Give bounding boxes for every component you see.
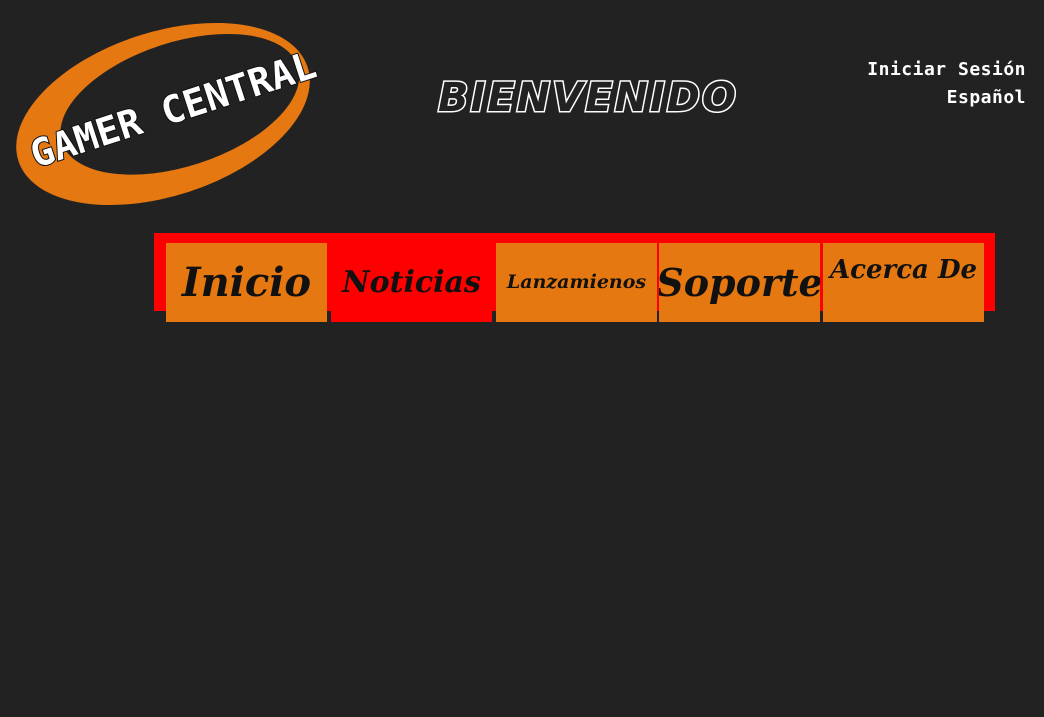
gamer-central-logo[interactable]: GAMER CENTRAL <box>4 14 322 214</box>
top-links: Iniciar Sesión Español <box>867 56 1026 112</box>
language-link[interactable]: Español <box>867 84 1026 112</box>
nav-label: Acerca De <box>829 255 978 285</box>
page: GAMER CENTRAL BIENVENIDO Iniciar Sesión … <box>0 0 1044 717</box>
nav-item-soporte[interactable]: Soporte <box>659 243 820 322</box>
nav-item-lanzamientos[interactable]: Lanzamienos <box>496 243 657 322</box>
nav-item-acerca-de[interactable]: Acerca De <box>823 243 984 322</box>
login-link[interactable]: Iniciar Sesión <box>867 56 1026 84</box>
logo-graphic: GAMER CENTRAL <box>16 22 322 206</box>
nav-label: Noticias <box>342 264 481 300</box>
nav-item-inicio[interactable]: Inicio <box>166 243 327 322</box>
nav-label: Inicio <box>181 258 312 306</box>
welcome-title: BIENVENIDO <box>432 74 744 123</box>
nav-item-noticias[interactable]: Noticias <box>331 243 492 322</box>
nav-label: Soporte <box>659 259 820 305</box>
welcome-text: BIENVENIDO <box>438 75 738 118</box>
main-nav: Inicio Noticias Lanzamienos Soporte Acer… <box>154 233 995 322</box>
nav-label: Lanzamienos <box>506 271 647 293</box>
